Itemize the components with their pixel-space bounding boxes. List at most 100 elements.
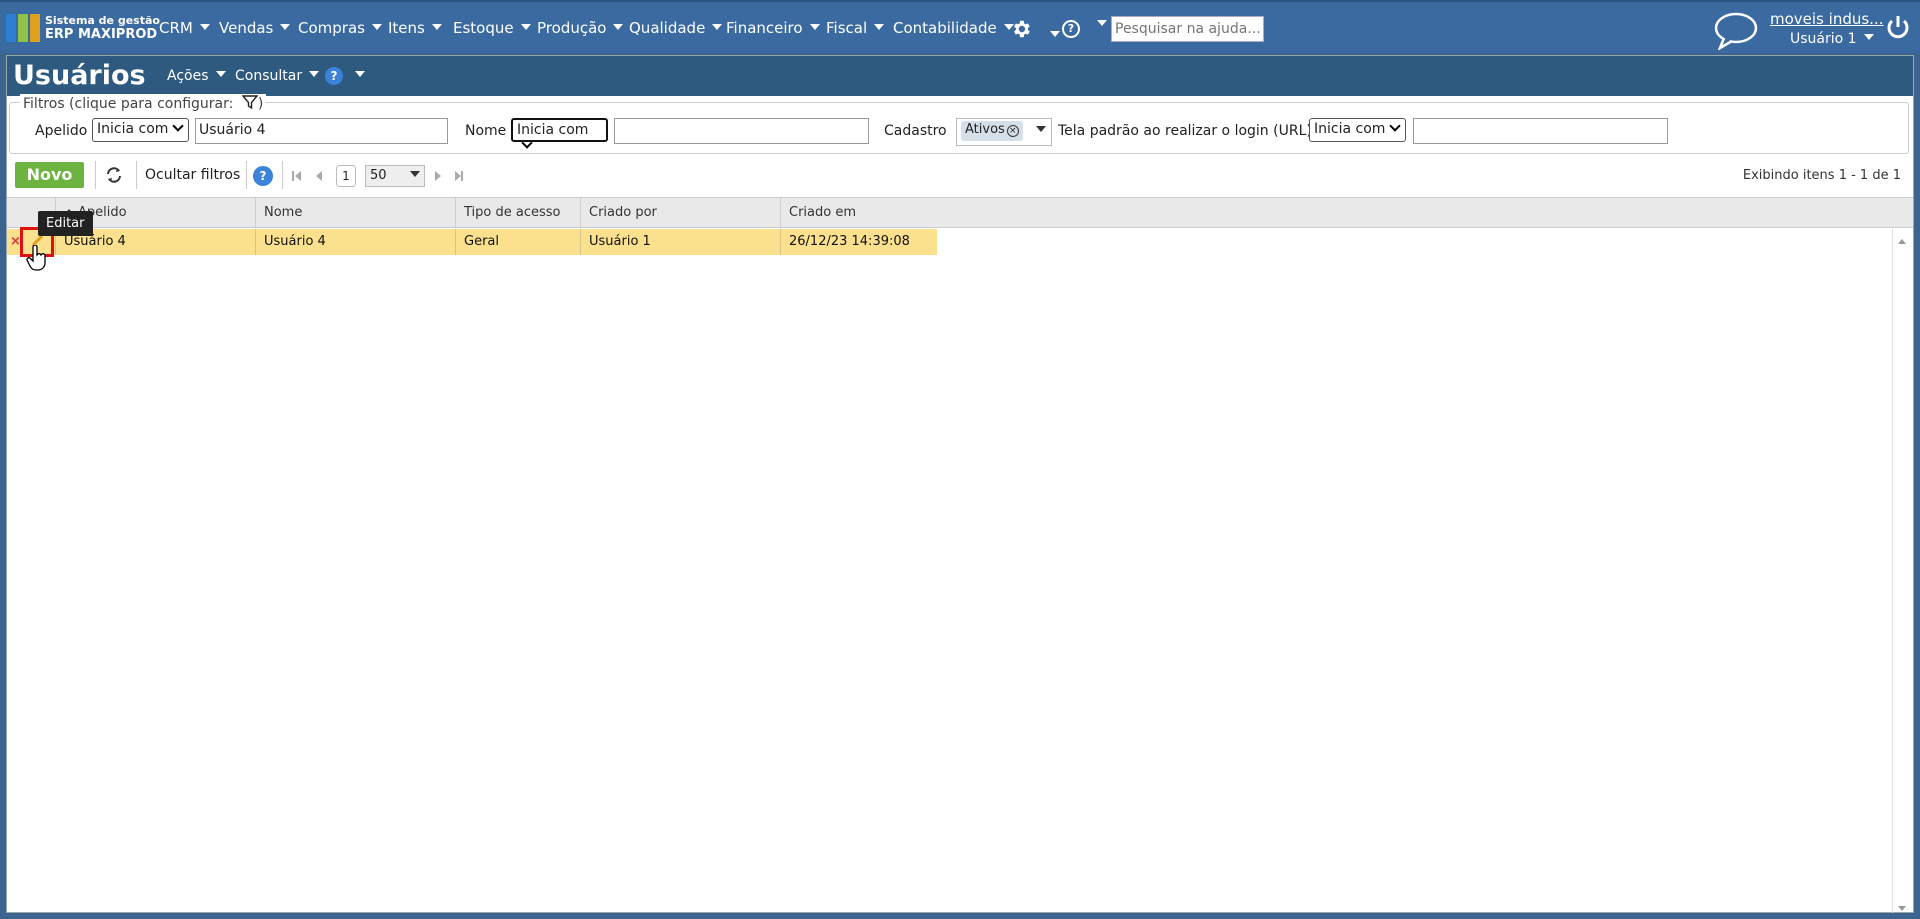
new-button[interactable]: Novo (15, 162, 84, 188)
nome-mode-value: Inicia com (517, 122, 589, 138)
caret-down-icon (410, 171, 420, 177)
nav-estoque[interactable]: Estoque (453, 19, 531, 37)
nav-label: Itens (388, 19, 425, 37)
first-page-arrow-icon (295, 171, 301, 181)
apelido-input[interactable]: Usuário 4 (195, 118, 448, 144)
table-row[interactable]: × Usuário 4 Usuário 4 Geral Usuário 1 26… (7, 229, 937, 255)
page-size-value: 50 (370, 168, 387, 183)
app-logo[interactable]: Sistema de gestão ERP MAXIPROD (6, 12, 160, 44)
column-header-criado-em[interactable]: Criado em (780, 198, 1892, 228)
caret-down-icon[interactable] (1097, 20, 1107, 26)
help-icon: ? (253, 166, 273, 186)
filters-legend[interactable]: Filtros (clique para configurar: ) (20, 94, 267, 112)
caret-down-icon (809, 23, 820, 30)
logo-line2: ERP MAXIPROD (45, 27, 158, 42)
nav-label: Produção (537, 19, 607, 37)
nav-label: Financeiro (726, 19, 803, 37)
grid-help-button[interactable]: ? (253, 166, 273, 186)
users-grid: Apelido Nome Tipo de acesso Criado por C… (7, 197, 1913, 913)
cell-criado-por: Usuário 1 (580, 229, 780, 255)
refresh-button[interactable] (105, 166, 123, 188)
scroll-up-icon[interactable] (1898, 239, 1906, 244)
nav-label: Fiscal (826, 19, 868, 37)
nav-fiscal[interactable]: Fiscal (826, 19, 885, 37)
nav-itens[interactable]: Itens (388, 19, 442, 37)
url-input[interactable] (1413, 118, 1668, 144)
page-number[interactable]: 1 (336, 165, 356, 187)
nome-input[interactable] (614, 118, 869, 144)
records-info: Exibindo itens 1 - 1 de 1 (1742, 168, 1901, 183)
first-page-icon[interactable] (292, 171, 294, 181)
logout-button[interactable] (1884, 14, 1912, 46)
column-header-tipo[interactable]: Tipo de acesso (455, 198, 580, 228)
help-icon[interactable]: ? (1062, 20, 1080, 38)
main-panel: Usuários Ações Consultar ? Filtros (cliq… (6, 55, 1914, 913)
cell-criado-em: 26/12/23 14:39:08 (780, 229, 937, 255)
refresh-icon (107, 167, 121, 183)
actions-menu[interactable]: Ações (167, 68, 226, 84)
nome-label: Nome (465, 123, 507, 139)
consult-label: Consultar (235, 68, 303, 84)
caret-down-icon (199, 23, 210, 30)
remove-chip-icon[interactable]: × (1006, 125, 1019, 137)
vertical-scrollbar[interactable] (1892, 229, 1912, 913)
caret-down-icon (215, 71, 226, 77)
page-size-select[interactable]: 50 (365, 165, 425, 187)
nav-compras[interactable]: Compras (298, 19, 382, 37)
toolbar-divider (282, 161, 283, 189)
prev-page-icon[interactable] (316, 171, 322, 181)
top-navigation-bar: Sistema de gestão ERP MAXIPROD CRM Venda… (0, 0, 1920, 53)
caret-down-icon (520, 23, 531, 30)
last-page-bar-icon (461, 171, 463, 181)
caret-down-icon (1863, 34, 1874, 40)
cadastro-chip-label: Ativos (965, 122, 1005, 137)
column-header-criado-por[interactable]: Criado por (580, 198, 780, 228)
nav-vendas[interactable]: Vendas (219, 19, 291, 37)
nav-financeiro[interactable]: Financeiro (726, 19, 820, 37)
nav-label: Contabilidade (893, 19, 997, 37)
settings-menu[interactable] (1010, 18, 1061, 44)
nav-crm[interactable]: CRM (159, 19, 210, 37)
scroll-down-icon[interactable] (1898, 906, 1906, 911)
actions-label: Ações (167, 68, 209, 84)
filter-icon[interactable] (241, 94, 259, 110)
caret-down-icon (280, 23, 291, 30)
url-mode-value: Inicia com (1314, 121, 1386, 137)
caret-down-icon (309, 71, 320, 77)
column-header-nome[interactable]: Nome (255, 198, 455, 228)
nav-qualidade[interactable]: Qualidade (629, 19, 723, 37)
next-page-icon[interactable] (435, 171, 441, 181)
url-label: Tela padrão ao realizar o login (URL) (1058, 123, 1312, 139)
url-mode-select[interactable]: Inicia com (1309, 118, 1406, 142)
cadastro-select[interactable]: Ativos × (956, 118, 1052, 146)
help-search-input[interactable] (1111, 16, 1264, 42)
page-help-button[interactable]: ? (325, 67, 365, 85)
apelido-mode-select[interactable]: Inicia com (92, 118, 189, 142)
filters-legend-close: ) (257, 96, 264, 112)
logo-mark-icon (6, 14, 40, 42)
nav-label: Estoque (453, 19, 514, 37)
caret-down-icon (431, 23, 442, 30)
cell-nome: Usuário 4 (255, 229, 455, 255)
company-link[interactable]: moveis indus... (1770, 10, 1883, 28)
grid-header: Apelido Nome Tipo de acesso Criado por C… (7, 198, 1913, 228)
cadastro-chip[interactable]: Ativos × (961, 121, 1023, 141)
toolbar-divider (136, 161, 137, 189)
nav-contabilidade[interactable]: Contabilidade (893, 19, 1014, 37)
power-icon (1887, 16, 1909, 39)
grid-toolbar: Novo Ocultar filtros ? 1 50 Exibindo ite… (9, 159, 1909, 191)
nome-mode-select[interactable]: Inicia com (511, 118, 608, 149)
user-menu[interactable]: Usuário 1 (1790, 31, 1874, 47)
hide-filters-button[interactable]: Ocultar filtros (145, 167, 240, 183)
caret-down-icon (613, 23, 624, 30)
filters-panel: Filtros (clique para configurar: ) Apeli… (9, 94, 1909, 154)
filters-legend-label: Filtros (clique para configurar: (23, 96, 234, 112)
user-name-label: Usuário 1 (1790, 31, 1857, 47)
chat-button[interactable] (1712, 10, 1760, 54)
consult-menu[interactable]: Consultar (235, 68, 320, 84)
nav-producao[interactable]: Produção (537, 19, 624, 37)
caret-down-icon (1050, 31, 1061, 37)
chevron-down-icon (521, 137, 533, 149)
hand-cursor-icon (26, 245, 46, 271)
nav-label: Compras (298, 19, 365, 37)
